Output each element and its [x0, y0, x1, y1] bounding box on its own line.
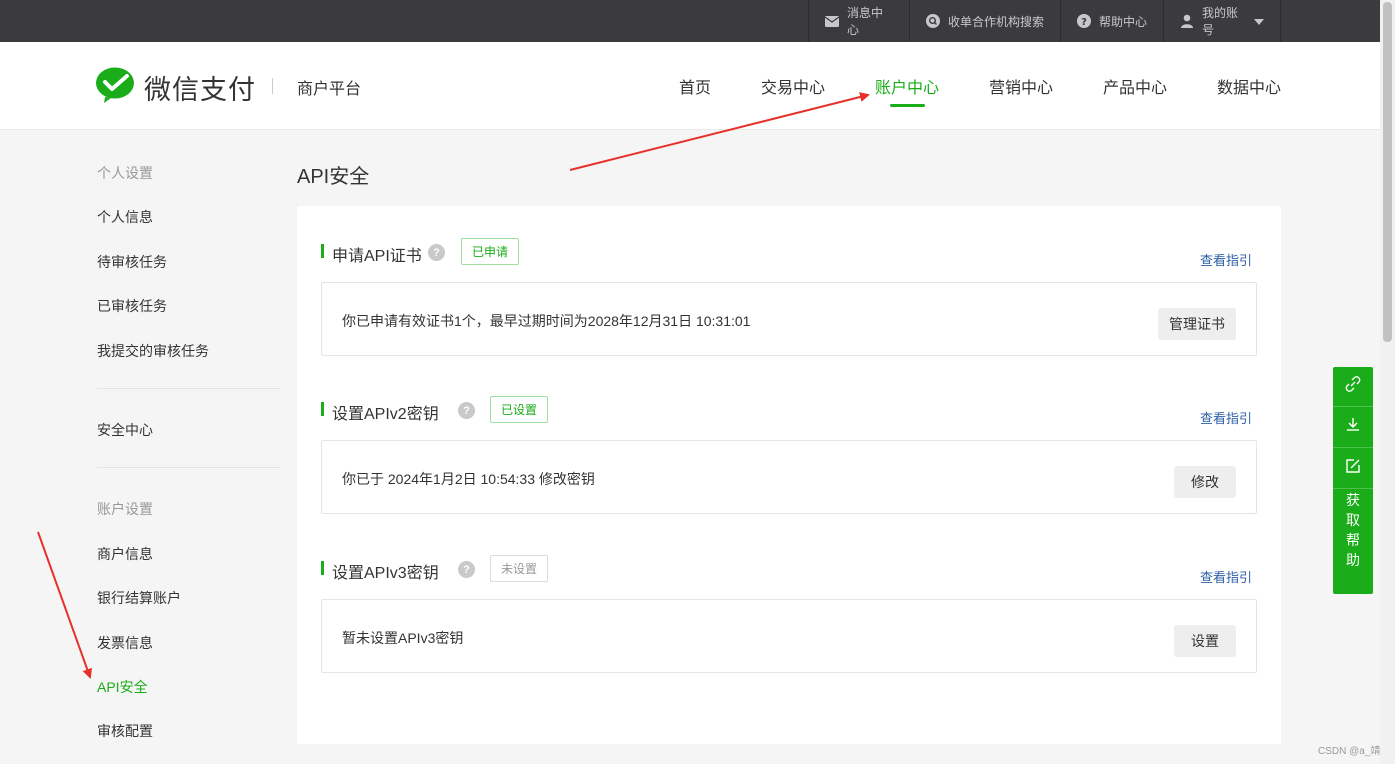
download-button[interactable]: [1333, 408, 1373, 448]
nav-account-center[interactable]: 账户中心: [875, 74, 939, 98]
help-char: 取: [1346, 512, 1360, 528]
message-center-link[interactable]: 消息中心: [808, 0, 909, 42]
nav-transactions[interactable]: 交易中心: [761, 74, 825, 98]
top-bar: 消息中心 收单合作机构搜索 ? 帮助中心 我的账号: [0, 0, 1395, 42]
help-char: 助: [1346, 552, 1360, 568]
status-badge: 已设置: [490, 396, 549, 423]
user-icon: [1180, 14, 1194, 28]
main-header: 微信支付 商户平台 首页 交易中心 账户中心 营销中心 产品中心 数据中心: [0, 42, 1380, 130]
sidebar-item-reviewed[interactable]: 已审核任务: [97, 296, 167, 316]
status-badge: 已申请: [461, 238, 520, 265]
help-question-icon[interactable]: ?: [458, 561, 475, 578]
manage-certificate-button[interactable]: 管理证书: [1158, 308, 1236, 340]
sidebar-item-my-submitted[interactable]: 我提交的审核任务: [97, 341, 209, 361]
download-icon: [1345, 417, 1361, 438]
nav-data[interactable]: 数据中心: [1217, 74, 1281, 98]
wechat-pay-logo[interactable]: 微信支付: [96, 67, 256, 108]
edit-icon: [1345, 458, 1361, 479]
scrollbar-thumb[interactable]: [1383, 2, 1392, 342]
sidebar-item-pending-review[interactable]: 待审核任务: [97, 252, 167, 272]
sidebar-item-review-config[interactable]: 审核配置: [97, 721, 153, 741]
section-title: 设置APIv2密钥: [332, 406, 439, 423]
help-char: 获: [1346, 492, 1360, 508]
acquirer-search-label: 收单合作机构搜索: [948, 14, 1045, 29]
section-title: 设置APIv3密钥: [332, 565, 439, 582]
page-title: API安全: [297, 166, 370, 188]
help-center-link[interactable]: ? 帮助中心: [1060, 0, 1163, 42]
floating-toolbar: 获 取 帮 助: [1333, 367, 1373, 594]
sidebar-item-personal-info[interactable]: 个人信息: [97, 207, 153, 227]
section-title: 申请API证书: [332, 248, 422, 265]
view-guide-link[interactable]: 查看指引: [1200, 250, 1252, 269]
my-account-dropdown[interactable]: 我的账号: [1163, 0, 1281, 42]
sidebar-item-merchant-info[interactable]: 商户信息: [97, 544, 153, 564]
my-account-label: 我的账号: [1202, 6, 1239, 37]
acquirer-search-link[interactable]: 收单合作机构搜索: [909, 0, 1060, 42]
mail-icon: [825, 14, 839, 28]
watermark: CSDN @a_靖: [1318, 746, 1381, 757]
section-info-text: 你已申请有效证书1个，最早过期时间为2028年12月31日 10:31:01: [342, 313, 751, 329]
view-guide-link[interactable]: 查看指引: [1200, 567, 1252, 586]
section-info-text: 你已于 2024年1月2日 10:54:33 修改密钥: [342, 471, 595, 487]
help-char: 帮: [1346, 532, 1360, 548]
nav-home[interactable]: 首页: [679, 74, 711, 98]
section-marker: [321, 244, 324, 258]
help-question-icon[interactable]: ?: [458, 402, 475, 419]
nav-products[interactable]: 产品中心: [1103, 74, 1167, 98]
annotation-arrow-to-api-security: [37, 531, 93, 679]
header-divider: [272, 78, 273, 94]
link-button[interactable]: [1333, 367, 1373, 407]
logo-text: 微信支付: [144, 75, 256, 105]
section-marker: [321, 402, 324, 416]
link-icon: [1345, 376, 1361, 397]
help-question-icon[interactable]: ?: [428, 244, 445, 261]
section-info-box: 暂未设置APIv3密钥 设置: [321, 599, 1257, 673]
section-info-box: 你已申请有效证书1个，最早过期时间为2028年12月31日 10:31:01 管…: [321, 282, 1257, 356]
view-guide-link[interactable]: 查看指引: [1200, 408, 1252, 427]
help-center-label: 帮助中心: [1099, 14, 1148, 29]
modify-key-button[interactable]: 修改: [1174, 466, 1236, 498]
sidebar-item-security-center[interactable]: 安全中心: [97, 420, 153, 440]
get-help-button[interactable]: 获 取 帮 助: [1333, 490, 1373, 570]
sidebar-item-bank-account[interactable]: 银行结算账户: [97, 588, 181, 608]
set-key-button[interactable]: 设置: [1174, 625, 1236, 657]
edit-button[interactable]: [1333, 449, 1373, 489]
search-circle-icon: [926, 14, 940, 28]
sidebar-divider: [97, 388, 281, 389]
sidebar-group-account-title: 账户设置: [97, 501, 153, 517]
platform-label: 商户平台: [297, 81, 362, 98]
sidebar-group-personal-title: 个人设置: [97, 165, 153, 181]
message-center-label: 消息中心: [847, 6, 884, 37]
nav-marketing[interactable]: 营销中心: [989, 74, 1053, 98]
question-icon: ?: [1077, 14, 1091, 28]
svg-text:?: ?: [1081, 17, 1087, 28]
section-info-box: 你已于 2024年1月2日 10:54:33 修改密钥 修改: [321, 440, 1257, 514]
wechat-pay-icon: [96, 67, 136, 108]
sidebar-item-api-security[interactable]: API安全: [97, 677, 148, 697]
sidebar-item-invoice[interactable]: 发票信息: [97, 633, 153, 653]
status-badge: 未设置: [490, 555, 549, 582]
section-marker: [321, 561, 324, 575]
nav-active-indicator: [890, 104, 925, 107]
chevron-down-icon: [1254, 14, 1264, 28]
section-info-text: 暂未设置APIv3密钥: [342, 630, 464, 646]
sidebar-divider: [97, 467, 281, 468]
